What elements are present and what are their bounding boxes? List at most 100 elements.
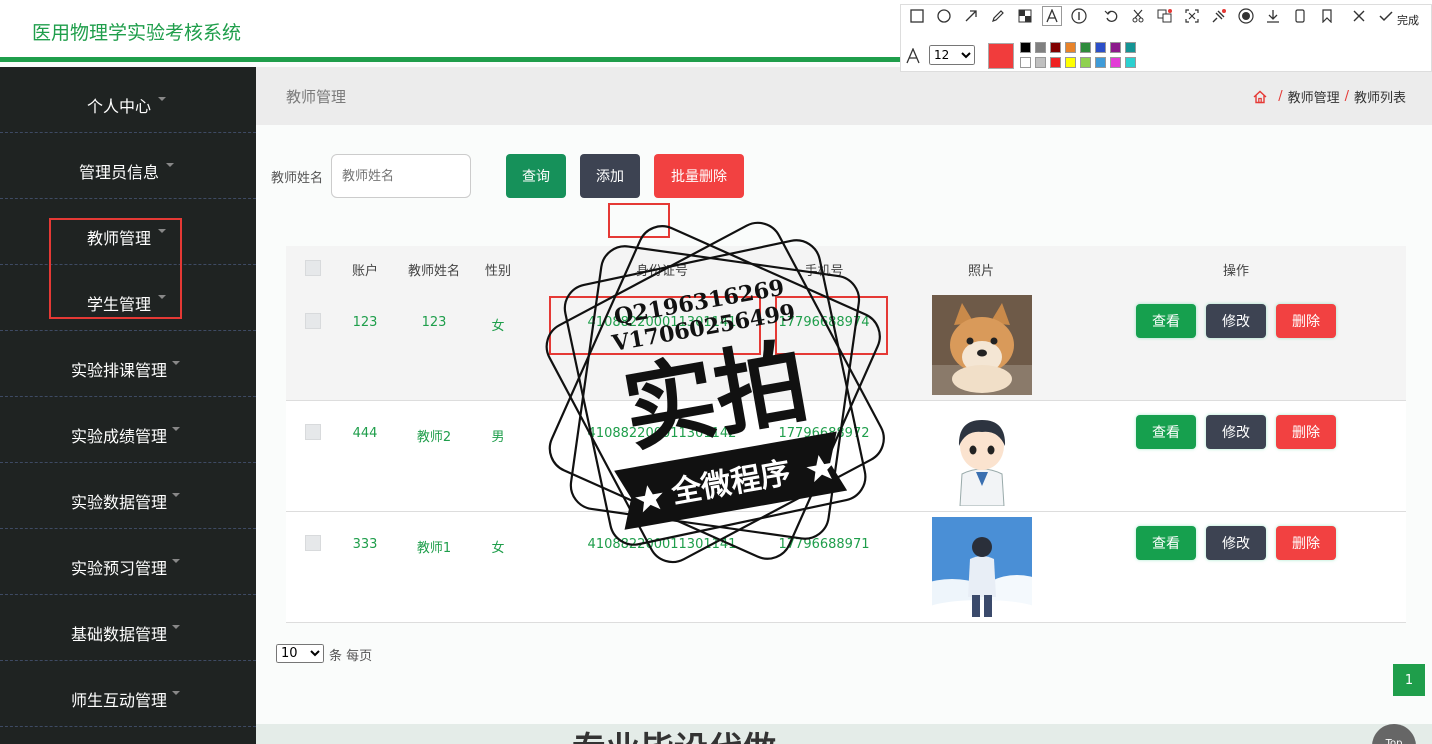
- delete-button[interactable]: 删除: [1276, 415, 1336, 449]
- row-checkbox[interactable]: [305, 535, 321, 551]
- pencil-tool-icon[interactable]: [990, 8, 1006, 24]
- row-checkbox[interactable]: [305, 424, 321, 440]
- view-button[interactable]: 查看: [1136, 526, 1196, 560]
- sidebar-item-personal-center[interactable]: 个人中心: [0, 67, 256, 133]
- row-checkbox[interactable]: [305, 313, 321, 329]
- sidebar: 个人中心 管理员信息 教师管理 学生管理 实验排课管理 实验成绩管理 实验数据管…: [0, 67, 256, 744]
- page-number-button[interactable]: 1: [1393, 664, 1425, 696]
- sidebar-item-label: 实验成绩管理: [70, 427, 167, 446]
- shiba-dog-photo[interactable]: [932, 295, 1032, 395]
- color-swatch[interactable]: [1065, 42, 1076, 53]
- view-button[interactable]: 查看: [1136, 415, 1196, 449]
- home-icon[interactable]: [1253, 90, 1267, 104]
- anime-boy-sky-photo[interactable]: [932, 517, 1032, 617]
- add-button[interactable]: 添加: [580, 154, 640, 198]
- edit-button[interactable]: 修改: [1206, 415, 1266, 449]
- table-header: 账户 教师姓名 性别 身份证号 手机号 照片 操作: [286, 246, 1406, 290]
- annotation-rect: [775, 296, 888, 355]
- sidebar-item-basic-data[interactable]: 基础数据管理: [0, 595, 256, 661]
- phone-icon[interactable]: [1292, 8, 1308, 24]
- page-size-suffix: 条 每页: [329, 649, 373, 664]
- mosaic-tool-icon[interactable]: [1017, 8, 1033, 24]
- sidebar-item-label: 管理员信息: [78, 163, 159, 182]
- breadcrumb-item[interactable]: 教师管理: [1288, 87, 1340, 106]
- selected-color-swatch[interactable]: [988, 43, 1014, 69]
- color-swatch[interactable]: [1035, 42, 1046, 53]
- content-header: 教师管理 / 教师管理 / 教师列表: [256, 67, 1432, 125]
- query-button[interactable]: 查询: [506, 154, 566, 198]
- chevron-down-icon: [172, 559, 180, 563]
- batch-delete-button[interactable]: 批量删除: [654, 154, 744, 198]
- annotation-rect: [549, 296, 761, 355]
- cell-phone: 17796688972: [778, 426, 870, 441]
- download-icon[interactable]: [1265, 8, 1281, 24]
- delete-button[interactable]: 删除: [1276, 526, 1336, 560]
- arrow-tool-icon[interactable]: [963, 8, 979, 24]
- column-header-actions: 操作: [1222, 264, 1250, 279]
- bookmark-icon[interactable]: [1319, 8, 1335, 24]
- edit-button[interactable]: 修改: [1206, 304, 1266, 338]
- sidebar-item-label: 基础数据管理: [70, 625, 167, 644]
- app-title: 医用物理学实验考核系统: [32, 22, 242, 44]
- scan-icon[interactable]: [1184, 8, 1200, 24]
- color-swatch[interactable]: [1110, 57, 1121, 68]
- sidebar-item-experiment-preview[interactable]: 实验预习管理: [0, 529, 256, 595]
- chevron-down-icon: [158, 97, 166, 101]
- sidebar-item-experiment-schedule[interactable]: 实验排课管理: [0, 331, 256, 397]
- color-swatch[interactable]: [1020, 42, 1031, 53]
- sidebar-item-experiment-data[interactable]: 实验数据管理: [0, 463, 256, 529]
- cut-icon[interactable]: [1130, 8, 1146, 24]
- column-header-name: 教师姓名: [407, 264, 461, 279]
- chevron-down-icon: [172, 691, 180, 695]
- breadcrumb: / 教师管理 / 教师列表: [1253, 87, 1406, 106]
- translate-icon[interactable]: [1157, 8, 1173, 24]
- color-swatch[interactable]: [1110, 42, 1121, 53]
- color-swatch[interactable]: [1050, 57, 1061, 68]
- color-swatch[interactable]: [1080, 42, 1091, 53]
- color-swatch[interactable]: [1035, 57, 1046, 68]
- done-button[interactable]: 完成: [1397, 12, 1419, 28]
- pin-icon[interactable]: [1211, 8, 1227, 24]
- color-swatch[interactable]: [1095, 42, 1106, 53]
- cell-name: 教师1: [416, 541, 452, 556]
- select-all-checkbox[interactable]: [305, 260, 321, 276]
- sidebar-item-experiment-scores[interactable]: 实验成绩管理: [0, 397, 256, 463]
- table-row: 333 教师1 女 410882200011301141 17796688971…: [286, 512, 1406, 623]
- chevron-down-icon: [166, 163, 174, 167]
- undo-icon[interactable]: [1103, 8, 1119, 24]
- color-swatch[interactable]: [1125, 57, 1136, 68]
- color-swatch[interactable]: [1050, 42, 1061, 53]
- search-label: 教师姓名: [271, 171, 324, 186]
- cell-gender: 女: [491, 319, 505, 334]
- font-size-select[interactable]: 12: [929, 45, 975, 65]
- rectangle-tool-icon[interactable]: [909, 8, 925, 24]
- chevron-down-icon: [172, 625, 180, 629]
- page-size-select[interactable]: 10: [276, 644, 324, 663]
- cell-gender: 女: [491, 541, 505, 556]
- sidebar-item-admin-info[interactable]: 管理员信息: [0, 133, 256, 199]
- color-swatch[interactable]: [1095, 57, 1106, 68]
- cell-id-card: 410882200011301142: [587, 426, 737, 441]
- ellipse-tool-icon[interactable]: [936, 8, 952, 24]
- breadcrumb-item: 教师列表: [1353, 91, 1406, 106]
- teacher-name-search-input[interactable]: [331, 154, 471, 198]
- column-header-id-card: 身份证号: [635, 264, 689, 279]
- check-icon[interactable]: [1378, 8, 1394, 24]
- sidebar-item-label: 师生互动管理: [70, 691, 167, 710]
- text-tool-icon[interactable]: [1042, 6, 1062, 26]
- sidebar-item-label: 个人中心: [86, 97, 151, 116]
- chevron-down-icon: [172, 493, 180, 497]
- color-swatch[interactable]: [1020, 57, 1031, 68]
- color-swatch[interactable]: [1080, 57, 1091, 68]
- color-swatch[interactable]: [1125, 42, 1136, 53]
- sidebar-item-label: 实验数据管理: [70, 493, 167, 512]
- cartoon-doctor-photo[interactable]: [932, 406, 1032, 506]
- edit-button[interactable]: 修改: [1206, 526, 1266, 560]
- close-icon[interactable]: [1351, 8, 1367, 24]
- record-icon[interactable]: [1238, 8, 1254, 24]
- view-button[interactable]: 查看: [1136, 304, 1196, 338]
- color-swatch[interactable]: [1065, 57, 1076, 68]
- delete-button[interactable]: 删除: [1276, 304, 1336, 338]
- number-tool-icon[interactable]: [1071, 8, 1087, 24]
- sidebar-item-teacher-student-interaction[interactable]: 师生互动管理: [0, 661, 256, 727]
